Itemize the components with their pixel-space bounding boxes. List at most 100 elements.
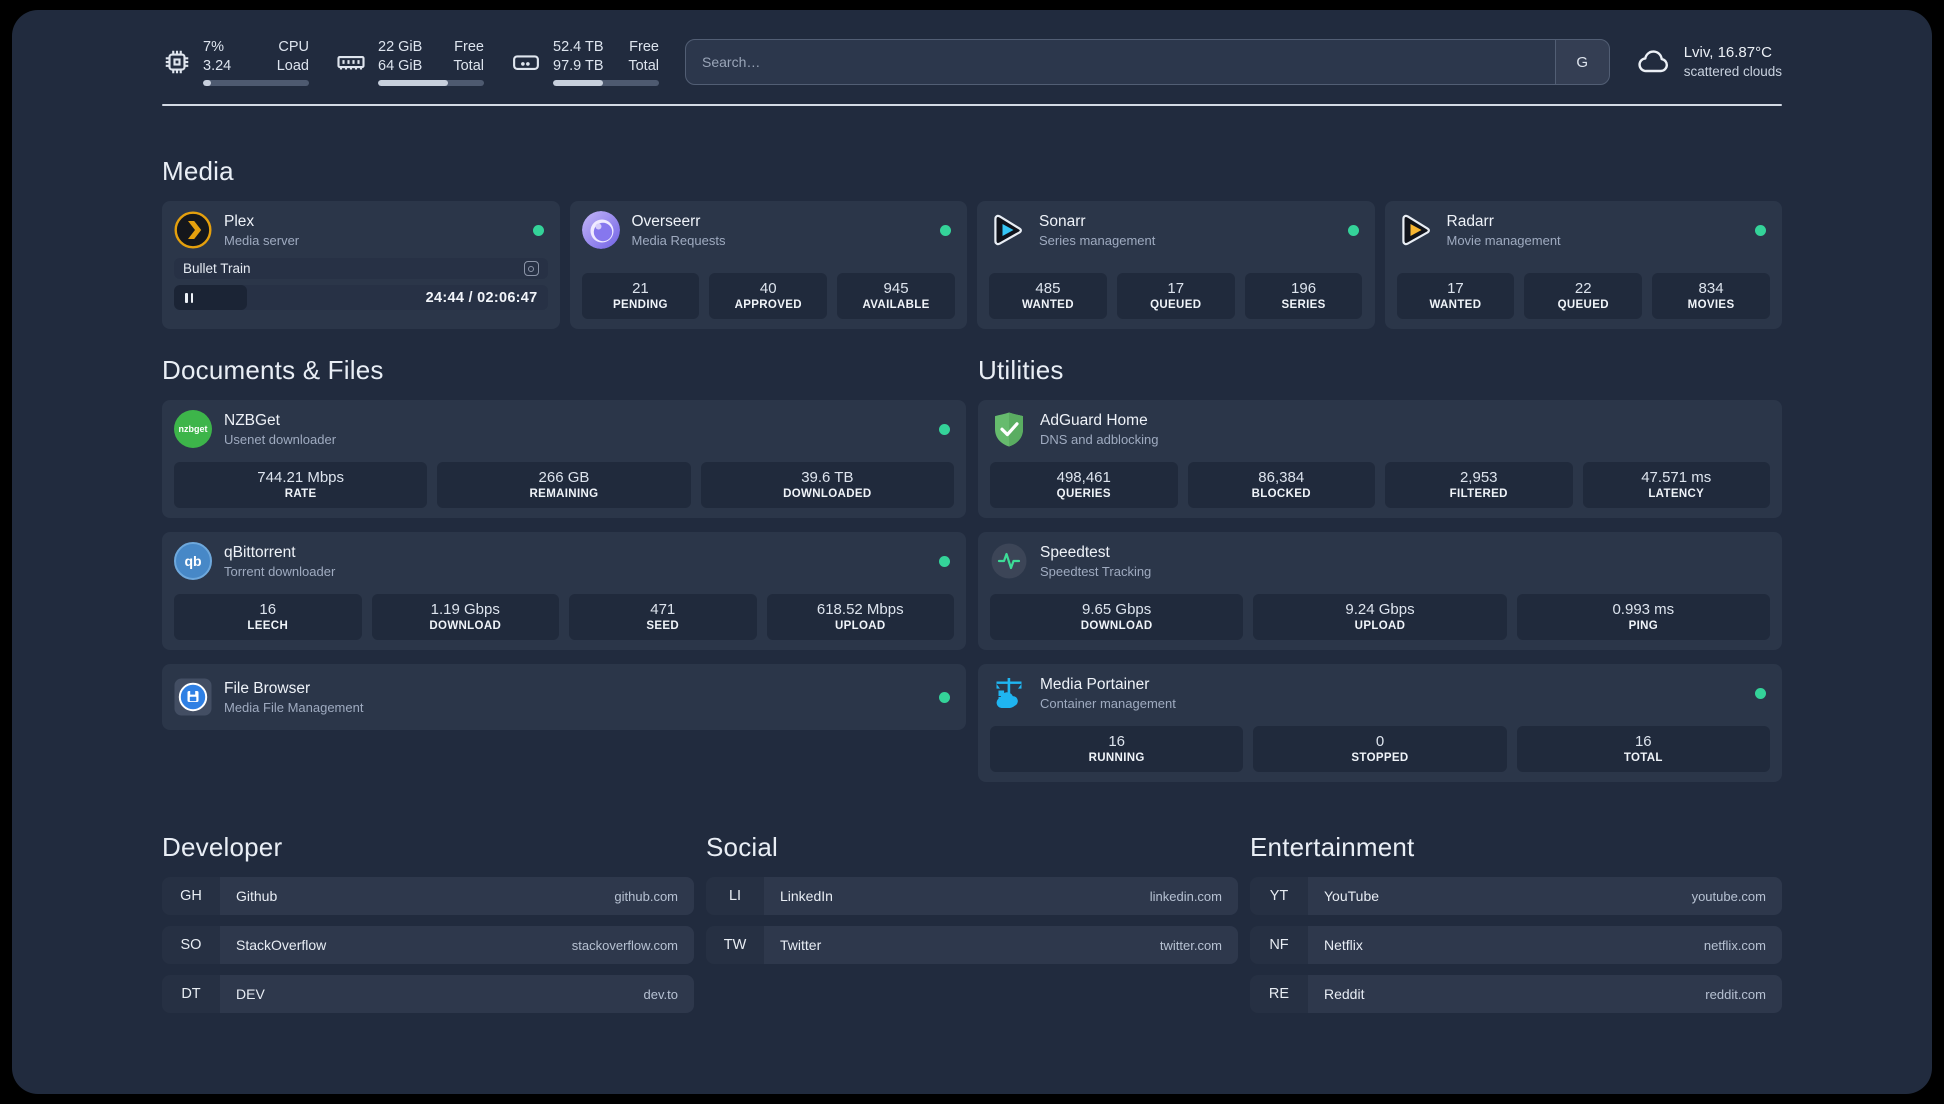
stat-box: 16 TOTAL <box>1516 726 1770 772</box>
service-subtitle: Torrent downloader <box>224 563 336 579</box>
service-subtitle: Media Requests <box>631 232 726 248</box>
bookmark-name: Twitter <box>780 937 822 953</box>
disk-total: 97.9 TB <box>553 57 604 74</box>
status-online-dot <box>1755 224 1766 236</box>
weather-location-temp: Lviv, 16.87°C <box>1683 43 1772 61</box>
qbittorrent-logo-icon: qb <box>174 542 212 580</box>
bookmark-abbr: RE <box>1250 975 1308 1013</box>
status-online-dot <box>940 224 951 236</box>
service-card-speedtest[interactable]: Speedtest Speedtest Tracking 9.65 Gbps DO… <box>978 532 1782 650</box>
stat-box: 40 APPROVED <box>709 273 828 319</box>
now-playing-row: Bullet Train <box>174 258 548 279</box>
bookmark-name: LinkedIn <box>780 888 833 904</box>
pause-icon <box>185 292 194 303</box>
service-card-portainer[interactable]: Media Portainer Container management 16 R… <box>978 664 1782 782</box>
bookmark-name: YouTube <box>1324 888 1380 904</box>
service-card-filebrowser[interactable]: File Browser Media File Management <box>162 664 966 730</box>
disk-label-2: Total <box>628 57 659 74</box>
search-input[interactable] <box>686 40 1555 84</box>
service-title: Media Portainer <box>1040 675 1150 693</box>
bookmark-url: reddit.com <box>1705 986 1766 1002</box>
bookmark-name: Netflix <box>1324 937 1363 953</box>
bookmark-abbr: DT <box>162 975 220 1013</box>
bookmark-name: Reddit <box>1324 986 1365 1002</box>
service-card-radarr[interactable]: Radarr Movie management 17 WANTED 22 QUEUE… <box>1384 201 1782 329</box>
service-card-qbittorrent[interactable]: qb qBittorrent Torrent downloader 16 LEEC… <box>162 532 966 650</box>
stat-box: 485 WANTED <box>989 273 1107 319</box>
section-heading-utilities: Utilities <box>978 355 1064 385</box>
overseerr-logo-icon <box>581 211 620 249</box>
bookmark-abbr: LI <box>706 877 764 915</box>
bookmark-netflix[interactable]: NF Netflix netflix.com <box>1250 926 1782 964</box>
bookmark-abbr: SO <box>162 926 220 964</box>
stat-box: 22 QUEUED <box>1524 273 1643 319</box>
bookmark-github[interactable]: GH Github github.com <box>162 877 694 915</box>
service-card-adguard[interactable]: AdGuard Home DNS and adblocking 498,461 Q… <box>978 400 1782 518</box>
bookmark-abbr: TW <box>706 926 764 964</box>
bookmark-name: Github <box>236 888 278 904</box>
service-title: Overseerr <box>631 212 701 230</box>
search-provider-button[interactable]: G <box>1554 40 1609 84</box>
stat-box: 266 GB REMAINING <box>437 462 691 508</box>
stat-box: 17 QUEUED <box>1116 273 1235 319</box>
stat-box: 9.24 Gbps UPLOAD <box>1253 594 1507 640</box>
section-heading-developer: Developer <box>162 832 283 862</box>
bookmark-reddit[interactable]: RE Reddit reddit.com <box>1250 975 1782 1013</box>
service-title: Radarr <box>1446 212 1494 230</box>
bookmark-url: twitter.com <box>1159 937 1222 953</box>
bookmark-group-entertainment: Entertainment YT YouTube youtube.com NF … <box>1250 832 1782 1024</box>
stat-box: 618.52 Mbps UPLOAD <box>766 594 954 640</box>
bookmark-group-social: Social LI LinkedIn linkedin.com TW Twitt… <box>706 832 1238 1024</box>
stat-box: 498,461 QUERIES <box>990 462 1178 508</box>
cloud-icon <box>1638 50 1668 73</box>
topbar-divider <box>162 104 1782 106</box>
bookmark-name: StackOverflow <box>236 937 327 953</box>
memory-label-1: Free <box>454 39 484 56</box>
stat-box: 945 AVAILABLE <box>837 273 955 319</box>
cpu-progress-bar <box>203 80 309 86</box>
cpu-usage: 7% <box>203 39 224 56</box>
service-subtitle: DNS and adblocking <box>1040 431 1159 447</box>
status-online-dot <box>532 224 544 236</box>
service-card-overseerr[interactable]: Overseerr Media Requests 21 PENDING 40 APP… <box>569 201 967 329</box>
disk-free: 52.4 TB <box>553 39 604 56</box>
dashboard: 7% 3.24 CPU Load 22 GiB 64 GiB Free Tota… <box>12 10 1932 1094</box>
bookmark-twitter[interactable]: TW Twitter twitter.com <box>706 926 1238 964</box>
weather-widget: Lviv, 16.87°C scattered clouds <box>1636 43 1782 81</box>
top-bar: 7% 3.24 CPU Load 22 GiB 64 GiB Free Tota… <box>162 36 1782 88</box>
disk-label-1: Free <box>629 39 659 56</box>
bookmark-stackoverflow[interactable]: SO StackOverflow stackoverflow.com <box>162 926 694 964</box>
bookmark-linkedin[interactable]: LI LinkedIn linkedin.com <box>706 877 1238 915</box>
bookmark-abbr: NF <box>1250 926 1308 964</box>
service-card-sonarr[interactable]: Sonarr Series management 485 WANTED 17 QUE… <box>977 201 1375 329</box>
memory-widget: 22 GiB 64 GiB Free Total <box>335 38 484 86</box>
service-subtitle: Media File Management <box>224 699 364 715</box>
stat-box: 834 MOVIES <box>1652 273 1770 319</box>
service-subtitle: Movie management <box>1446 232 1561 248</box>
stat-box: 16 LEECH <box>174 594 362 640</box>
disk-widget: 52.4 TB 97.9 TB Free Total <box>510 38 659 86</box>
search-bar[interactable]: G <box>685 39 1610 85</box>
memory-label-2: Total <box>453 57 484 74</box>
stat-box: 1.19 Gbps DOWNLOAD <box>371 594 559 640</box>
stat-box: 9.65 Gbps DOWNLOAD <box>990 594 1244 640</box>
stat-box: 0.993 ms PING <box>1516 594 1770 640</box>
disk-icon <box>513 55 539 70</box>
bookmark-abbr: YT <box>1250 877 1308 915</box>
bookmark-youtube[interactable]: YT YouTube youtube.com <box>1250 877 1782 915</box>
disk-progress-bar <box>553 80 659 86</box>
bookmark-url: dev.to <box>643 986 678 1002</box>
playback-time: 24:44 / 02:06:47 <box>425 289 538 306</box>
portainer-logo-icon <box>996 678 1022 708</box>
service-card-nzbget[interactable]: nzbget NZBGet Usenet downloader 744.21 M… <box>162 400 966 518</box>
section-heading-social: Social <box>706 832 779 862</box>
adguard-logo-icon <box>995 412 1023 447</box>
service-card-plex[interactable]: Plex Media server Bullet Train 24:44 / 0… <box>162 201 560 329</box>
plex-logo-icon <box>174 211 212 249</box>
status-online-dot <box>1755 687 1766 699</box>
bookmark-url: linkedin.com <box>1149 888 1222 904</box>
memory-progress-bar <box>378 80 484 86</box>
cpu-label-2: Load <box>276 57 309 74</box>
stat-box: 21 PENDING <box>581 273 700 319</box>
bookmark-dev[interactable]: DT DEV dev.to <box>162 975 694 1013</box>
